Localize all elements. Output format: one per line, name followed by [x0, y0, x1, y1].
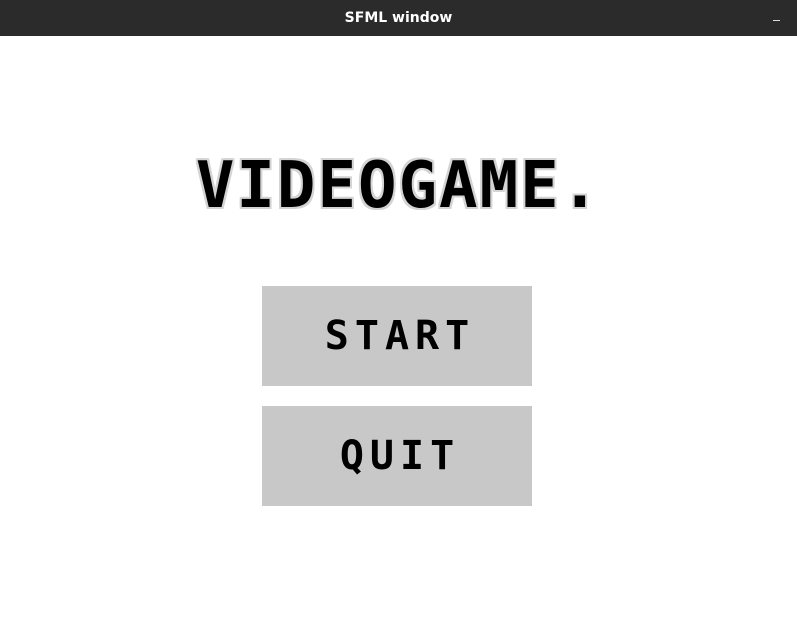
- quit-button-label: QUIT: [339, 433, 461, 479]
- window-title: SFML window: [344, 10, 453, 26]
- minimize-icon: [773, 20, 780, 21]
- app-window: SFML window VIDEOGAME. START QUIT: [0, 0, 797, 636]
- quit-button[interactable]: QUIT: [262, 406, 532, 506]
- start-button[interactable]: START: [262, 286, 532, 386]
- start-button-label: START: [324, 313, 476, 359]
- window-titlebar[interactable]: SFML window: [0, 0, 797, 36]
- game-title: VIDEOGAME.: [195, 149, 602, 223]
- minimize-button[interactable]: [771, 0, 783, 36]
- game-canvas: VIDEOGAME. START QUIT: [0, 36, 797, 636]
